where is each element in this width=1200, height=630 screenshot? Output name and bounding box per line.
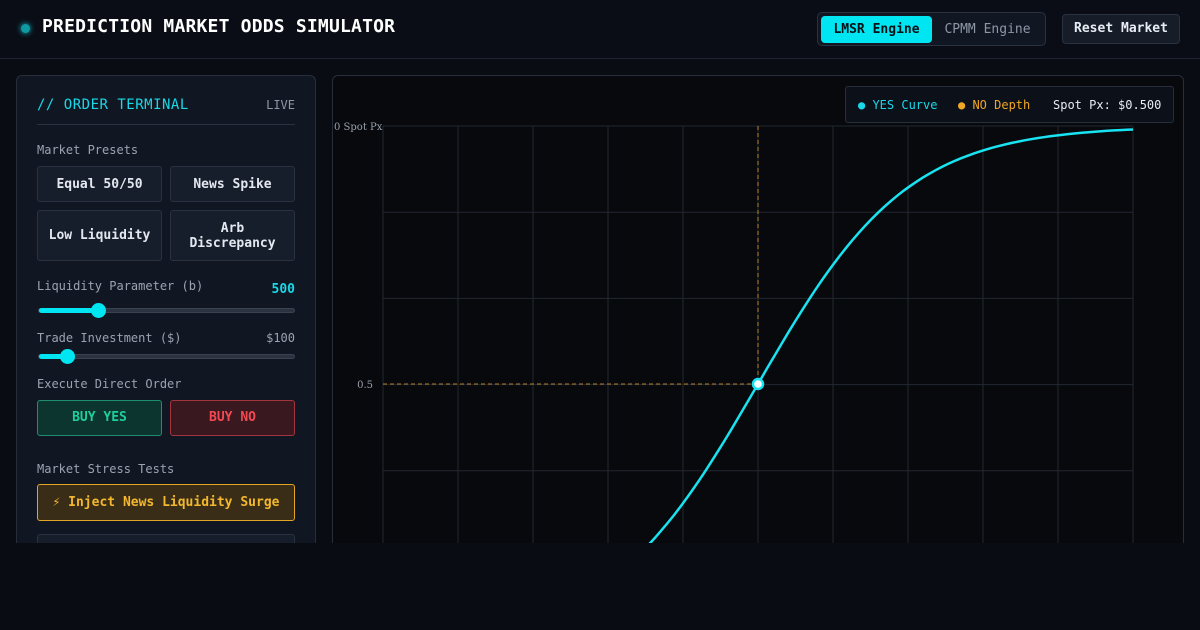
live-status-badge: LIVE [266,98,295,112]
investment-slider-handle[interactable] [60,349,76,364]
liquidity-value: 500 [271,282,295,297]
investment-slider[interactable] [38,349,295,364]
page-title: PREDICTION MARKET ODDS SIMULATOR [42,16,396,37]
odds-chart-panel: 0 Spot Px 0.5 ● YES Curve ● NO Depth Spot… [332,75,1184,555]
chart-legend: ● YES Curve ● NO Depth Spot Px: $0.500 [845,86,1174,123]
preset-news-spike-button[interactable]: News Spike [170,166,295,202]
investment-label: Trade Investment ($) [37,331,182,345]
order-terminal-panel: // ORDER TERMINAL LIVE Market Presets Eq… [16,75,316,555]
market-presets-label: Market Presets [37,143,139,157]
app-header: PREDICTION MARKET ODDS SIMULATOR LMSR En… [0,0,1200,59]
spot-price-marker [751,377,765,391]
engine-toggle: LMSR Engine CPMM Engine [817,12,1046,46]
lmsr-engine-button[interactable]: LMSR Engine [821,16,932,43]
inject-surge-button[interactable]: ⚡ Inject News Liquidity Surge [37,484,295,521]
legend-no-depth: ● NO Depth [958,98,1031,112]
stress-tests-label: Market Stress Tests [37,462,175,476]
odds-chart: 0 Spot Px 0.5 [334,122,1134,554]
divider [37,124,295,125]
preset-arb-discrepancy-button[interactable]: Arb Discrepancy [170,210,295,261]
liquidity-label: Liquidity Parameter (b) [37,279,204,293]
preset-equal-button[interactable]: Equal 50/50 [37,166,162,202]
liquidity-slider[interactable] [38,303,295,318]
yes-curve-line [637,128,1134,554]
investment-value: $100 [266,331,295,345]
reset-market-button[interactable]: Reset Market [1062,14,1180,44]
preset-low-liquidity-button[interactable]: Low Liquidity [37,210,162,261]
y-axis-label: 0 Spot Px [334,122,383,133]
footer-area [0,543,1200,630]
liquidity-slider-handle[interactable] [91,303,107,318]
status-indicator-icon [21,24,30,33]
spot-price-readout: Spot Px: $0.500 [1053,98,1162,112]
order-terminal-title: // ORDER TERMINAL [37,97,189,113]
legend-yes-curve: ● YES Curve [858,98,938,112]
buy-no-button[interactable]: BUY NO [170,400,295,436]
buy-yes-button[interactable]: BUY YES [37,400,162,436]
y-tick-label: 0.5 [357,380,373,391]
cpmm-engine-button[interactable]: CPMM Engine [932,16,1043,43]
liquidity-slider-fill [39,308,99,313]
direct-order-label: Execute Direct Order [37,377,182,391]
